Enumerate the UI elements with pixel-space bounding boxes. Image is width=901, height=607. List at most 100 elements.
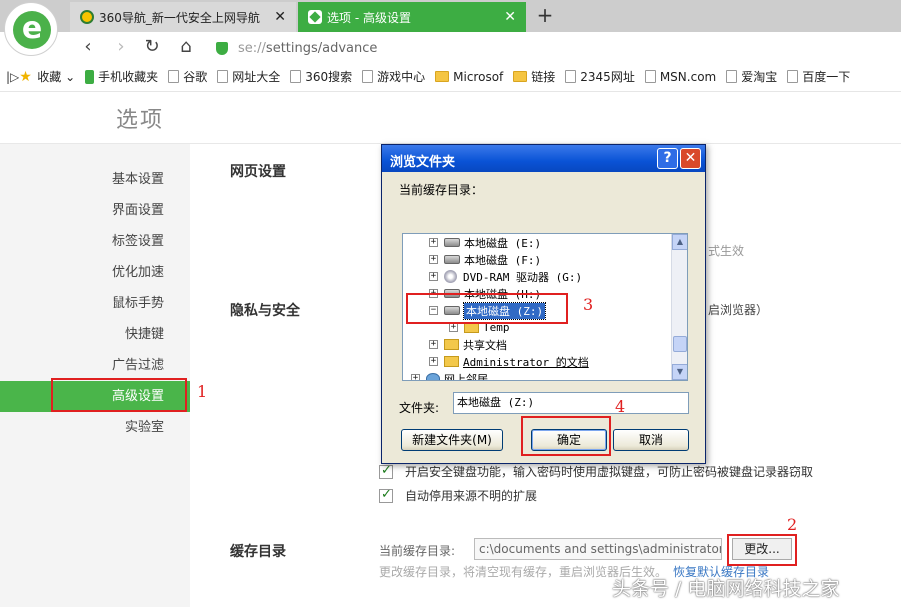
bookmark-links[interactable]: 链接 (513, 68, 555, 85)
bookmark-360search[interactable]: 360搜索 (290, 68, 352, 85)
folder-icon (435, 71, 450, 82)
bookmark-taobao[interactable]: 爱淘宝 (726, 68, 777, 85)
tab-title: 360导航_新一代安全上网导航 (99, 10, 260, 25)
page-icon (644, 70, 656, 83)
tree-item[interactable]: + DVD-RAM 驱动器 (G:) (429, 268, 582, 285)
tree-item[interactable]: + 共享文档 (429, 336, 507, 353)
bookmark-2345[interactable]: 2345网址 (565, 68, 635, 85)
folder-field[interactable]: 本地磁盘 (Z:) (453, 392, 689, 414)
page-icon (726, 70, 738, 83)
bookmark-favorites[interactable]: ★ 收藏 ⌄ (19, 68, 75, 85)
bookmark-mobile[interactable]: 手机收藏夹 (85, 68, 158, 85)
reload-button[interactable]: ↻ (141, 37, 163, 59)
expand-icon[interactable]: + (429, 357, 438, 366)
settings-sidebar: 基本设置 界面设置 标签设置 优化加速 鼠标手势 快捷键 广告过滤 高级设置 实… (0, 144, 190, 607)
bookmark-google[interactable]: 谷歌 (168, 68, 207, 85)
annotation-box-2 (727, 534, 797, 566)
expand-icon[interactable]: + (429, 340, 438, 349)
page-icon (217, 70, 229, 83)
wrench-favicon-icon (308, 10, 322, 24)
folder-icon (444, 356, 459, 367)
tab-options-advanced[interactable]: 选项 - 高级设置 ✕ (298, 2, 526, 32)
expand-icon[interactable]: + (429, 238, 438, 247)
checkbox[interactable] (379, 487, 393, 503)
url-path: settings/advance (265, 40, 378, 56)
close-button[interactable]: ✕ (680, 148, 701, 169)
cd-drive-icon (444, 270, 457, 283)
folder-label: 文件夹: (399, 401, 440, 415)
tab-360-navigation[interactable]: 360导航_新一代安全上网导航 ✕ (70, 2, 296, 32)
help-button[interactable]: ? (657, 148, 678, 169)
drive-icon (444, 255, 460, 264)
tree-item[interactable]: + 网上邻居 (411, 370, 488, 380)
watermark: 头条号 / 电脑网络科技之家 (612, 578, 840, 600)
star-icon: ★ (19, 68, 34, 85)
bookmarks-bar: |▷ ★ 收藏 ⌄ 手机收藏夹 谷歌 网址大全 360搜索 游戏中心 Micros… (0, 62, 901, 92)
page-icon (168, 70, 180, 83)
annotation-box-4 (521, 416, 611, 456)
scroll-thumb[interactable] (673, 336, 687, 352)
bookmark-sites[interactable]: 网址大全 (217, 68, 280, 85)
tree-item[interactable]: + 本地磁盘 (E:) (429, 234, 541, 251)
option-label: 开启安全键盘功能，输入密码时使用虚拟键盘，可防止密码被键盘记录器窃取 (405, 465, 814, 479)
bookmark-microsoft[interactable]: Microsof (435, 70, 503, 84)
option-label: 自动停用来源不明的扩展 (405, 489, 538, 503)
page-icon (362, 70, 374, 83)
hidden-text-fragment: 启浏览器） (708, 303, 769, 317)
bookmark-baidu[interactable]: 百度一下 (787, 68, 850, 85)
phone-icon (85, 69, 95, 84)
tab-close-icon[interactable]: ✕ (504, 9, 516, 25)
new-tab-button[interactable]: + (534, 4, 556, 26)
sidebar-item-basic[interactable]: 基本设置 (0, 164, 190, 195)
home-button[interactable]: ⌂ (175, 37, 197, 59)
sidebar-item-adblock[interactable]: 广告过滤 (0, 350, 190, 381)
url-field[interactable]: se://settings/advance (216, 38, 377, 58)
shield-icon (216, 41, 228, 55)
bookmark-games[interactable]: 游戏中心 (362, 68, 425, 85)
browser-logo-icon[interactable]: e (4, 2, 58, 56)
checkbox[interactable] (379, 463, 393, 479)
cache-dir-label: 当前缓存目录: (379, 544, 456, 558)
annotation-box-1 (51, 378, 187, 412)
address-bar: ‹ › ↻ ⌂ se://settings/advance (0, 32, 901, 62)
tab-title: 选项 - 高级设置 (327, 10, 411, 25)
expand-icon[interactable]: + (449, 323, 458, 332)
annotation-number-4: 4 (615, 397, 626, 416)
sidebar-toggle-icon[interactable]: |▷ (6, 70, 19, 84)
sidebar-item-gestures[interactable]: 鼠标手势 (0, 288, 190, 319)
sidebar-item-tabs[interactable]: 标签设置 (0, 226, 190, 257)
network-icon (426, 373, 440, 380)
360-favicon-icon (80, 10, 94, 24)
cache-dir-field[interactable]: c:\documents and settings\administrator\… (474, 538, 722, 560)
expand-icon[interactable]: + (429, 255, 438, 264)
scroll-up-icon[interactable]: ▲ (672, 234, 687, 250)
dialog-title: 浏览文件夹 (390, 155, 456, 170)
page-icon (565, 70, 577, 83)
new-folder-button[interactable]: 新建文件夹(M) (401, 429, 503, 451)
tab-close-icon[interactable]: ✕ (274, 9, 286, 25)
annotation-box-3 (406, 293, 568, 324)
sidebar-item-interface[interactable]: 界面设置 (0, 195, 190, 226)
dialog-titlebar[interactable]: 浏览文件夹 ? ✕ (382, 145, 705, 172)
bookmark-msn[interactable]: MSN.com (644, 70, 716, 84)
folder-icon (444, 339, 459, 350)
back-button[interactable]: ‹ (77, 37, 99, 59)
tree-item[interactable]: + 本地磁盘 (F:) (429, 251, 541, 268)
annotation-number-3: 3 (583, 295, 594, 314)
secure-keyboard-option[interactable]: 开启安全键盘功能，输入密码时使用虚拟键盘，可防止密码被键盘记录器窃取 (379, 463, 813, 480)
section-cache-dir: 缓存目录 (230, 544, 286, 560)
tree-scrollbar[interactable]: ▲ ▼ (671, 234, 687, 380)
sidebar-item-optimize[interactable]: 优化加速 (0, 257, 190, 288)
sidebar-item-shortcuts[interactable]: 快捷键 (0, 319, 190, 350)
expand-icon[interactable]: + (411, 374, 420, 380)
disable-unknown-ext-option[interactable]: 自动停用来源不明的扩展 (379, 487, 537, 504)
forward-button[interactable]: › (110, 37, 132, 59)
cancel-button[interactable]: 取消 (613, 429, 689, 451)
section-web-settings: 网页设置 (230, 164, 286, 180)
tree-item[interactable]: + Administrator 的文档 (429, 353, 589, 370)
folder-icon (513, 71, 528, 82)
annotation-number-2: 2 (787, 515, 798, 534)
sidebar-item-lab[interactable]: 实验室 (0, 412, 190, 443)
scroll-down-icon[interactable]: ▼ (672, 364, 687, 380)
expand-icon[interactable]: + (429, 272, 438, 281)
